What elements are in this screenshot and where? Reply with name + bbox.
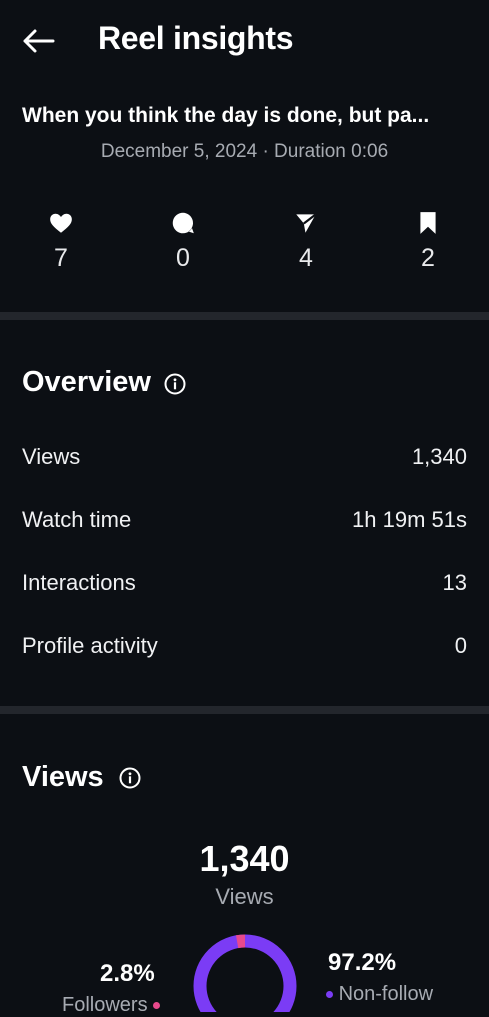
likes-count: 7 [54,244,68,272]
nonfollowers-dot [326,991,333,999]
overview-title: Overview [22,366,151,398]
donut-segment-nonfollowers [193,934,297,1012]
section-divider [0,312,489,320]
views-total-label: Views [215,884,274,909]
overview-row-profile-activity[interactable]: Profile activity 0 [22,625,467,665]
row-value: 0 [454,633,467,658]
row-label: Profile activity [22,633,158,658]
saves-stat: 2 [398,210,458,273]
comments-count: 0 [176,244,190,272]
nonfollowers-label: Non-follow [338,983,434,1005]
row-label: Interactions [22,570,136,595]
shares-count: 4 [299,244,313,272]
followers-label: Followers [62,994,148,1016]
heart-icon [50,213,72,233]
likes-stat: 7 [31,210,91,273]
comments-stat: 0 [153,210,213,273]
back-button[interactable] [20,26,56,56]
section-divider [0,706,489,714]
reel-caption: When you think the day is done, but pa..… [22,104,430,127]
row-value: 1,340 [411,444,467,469]
nonfollowers-legend: Non-follow [326,983,433,1006]
views-title: Views [22,761,104,793]
followers-donut-chart [193,934,297,1012]
bookmark-icon [420,212,436,234]
views-total: 1,340 [199,838,290,879]
shares-stat: 4 [276,210,336,273]
followers-legend: Followers [62,994,161,1017]
back-arrow-icon [23,29,55,53]
overview-row-interactions[interactable]: Interactions 13 [22,562,467,602]
row-value: 1h 19m 51s [352,507,467,532]
saves-count: 2 [421,244,435,272]
comment-icon [172,212,194,234]
share-icon [296,213,317,233]
info-icon[interactable] [119,767,141,789]
overview-row-watch-time[interactable]: Watch time 1h 19m 51s [22,499,467,539]
reel-meta: December 5, 2024 · Duration 0:06 [100,141,389,162]
info-icon[interactable] [164,373,186,395]
followers-percent: 2.8% [100,960,155,987]
row-label: Watch time [22,507,132,532]
row-value: 13 [442,570,467,595]
followers-dot [153,1002,161,1010]
row-label: Views [22,444,81,469]
nonfollowers-percent: 97.2% [328,949,397,976]
overview-row-views[interactable]: Views 1,340 [22,436,467,476]
header: Reel insights [0,0,489,84]
page-title: Reel insights [98,20,294,56]
